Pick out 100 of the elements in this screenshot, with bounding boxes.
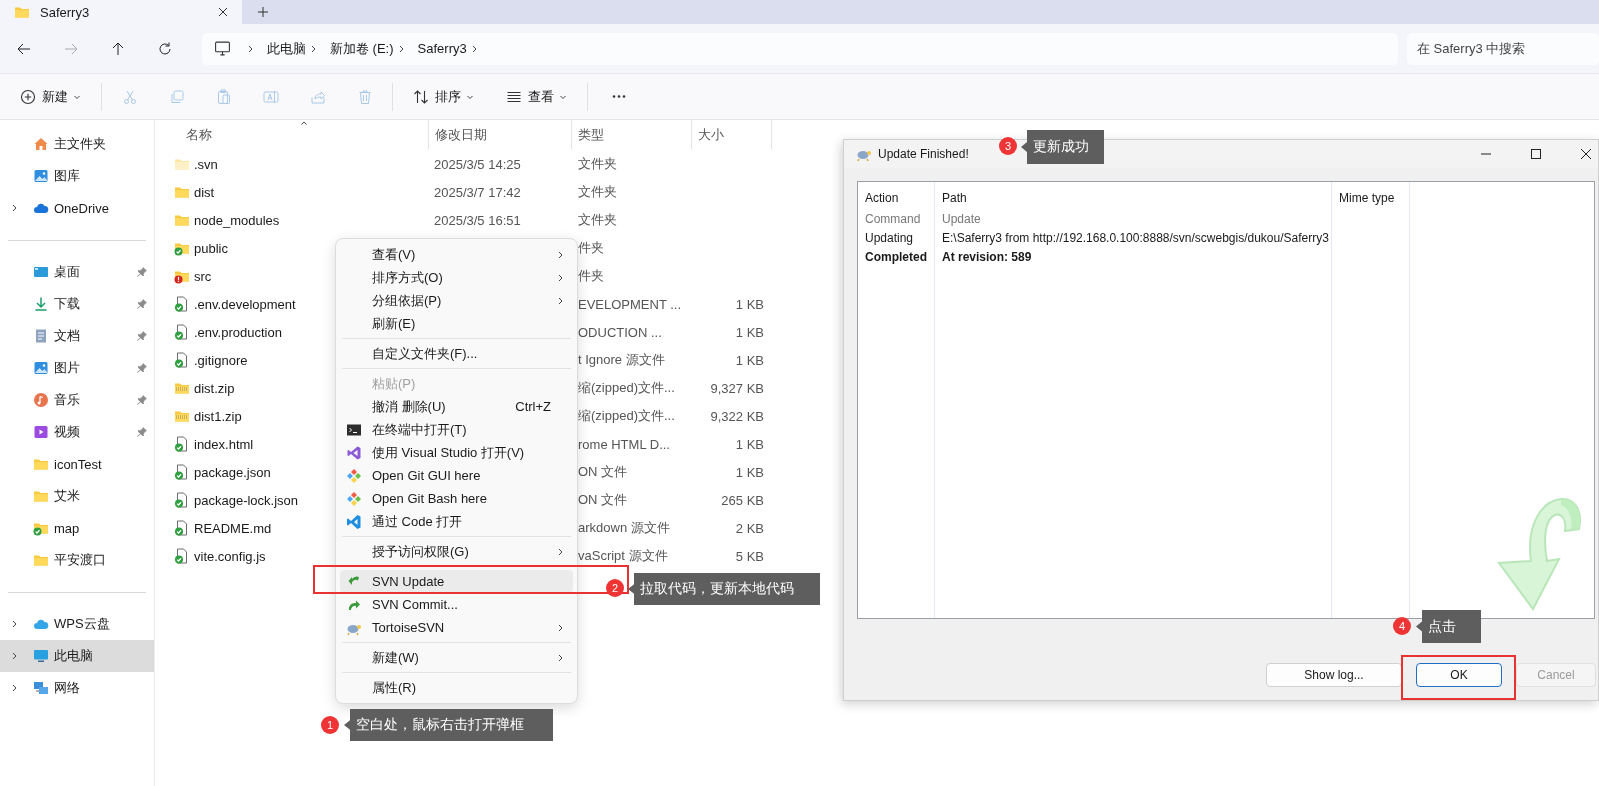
sidebar-item[interactable]: WPS云盘 [0, 608, 154, 640]
callout-label: 空白处，鼠标右击打开弹框 [344, 709, 553, 741]
menu-item[interactable]: 属性(R) [340, 676, 573, 699]
sidebar-item[interactable]: 图库 [0, 160, 154, 192]
file-name: public [194, 240, 228, 256]
size-cell: 5 KB [735, 548, 764, 564]
download-icon [33, 296, 49, 312]
file-name-cell[interactable]: dist [155, 178, 428, 206]
chevron-logo-icon [346, 513, 362, 530]
breadcrumb-item[interactable]: Saferry3 [417, 41, 467, 56]
diamond-logo-icon [346, 467, 362, 484]
sidebar-item[interactable]: 下载 [0, 288, 154, 320]
toolbar-button[interactable]: 新建 [12, 81, 90, 112]
close-icon[interactable] [218, 7, 228, 17]
scissors-icon [122, 88, 138, 105]
file-name-cell[interactable]: .svn [155, 150, 428, 178]
pin-icon[interactable] [136, 394, 148, 406]
up-icon[interactable] [110, 40, 126, 57]
maximize-icon[interactable] [1530, 148, 1542, 160]
menu-item[interactable]: Open Git Bash here [340, 487, 573, 510]
pin-icon[interactable] [136, 330, 148, 342]
sidebar-item[interactable]: 艾米 [0, 480, 154, 512]
address-bar[interactable]: 此电脑 新加卷 (E:) Saferry3 [202, 32, 1398, 65]
breadcrumb-item[interactable]: 新加卷 (E:) [330, 39, 394, 58]
plus-icon[interactable] [257, 6, 269, 18]
column-header[interactable]: Action [858, 187, 934, 209]
type-cell: 文件夹 [578, 155, 617, 173]
menu-item[interactable]: 新建(W) [340, 646, 573, 669]
file-check-icon [174, 464, 190, 480]
dialog-title: Update Finished! [878, 147, 969, 161]
sidebar-item[interactable]: 文档 [0, 320, 154, 352]
menu-item[interactable]: SVN Commit... [340, 593, 573, 616]
menu-item[interactable]: 排序方式(O) [340, 266, 573, 289]
file-name: dist.zip [194, 380, 235, 396]
picture-icon [33, 360, 49, 376]
column-header[interactable]: 类型 [571, 120, 691, 150]
menu-item[interactable]: 刷新(E) [340, 312, 573, 335]
sidebar-item[interactable]: 主文件夹 [0, 128, 154, 160]
breadcrumb-item[interactable]: 此电脑 [267, 39, 306, 58]
type-cell: rome HTML D... [578, 436, 670, 452]
path-cell-text: At revision: 589 [941, 248, 1033, 266]
file-name-cell[interactable]: node_modules [155, 206, 428, 234]
close-icon[interactable] [1580, 148, 1592, 160]
file-name: package-lock.json [194, 492, 299, 508]
menu-item[interactable]: 通过 Code 打开 [340, 510, 573, 533]
menu-item[interactable]: 授予访问权限(G) [340, 540, 573, 563]
column-header[interactable]: 修改日期 [428, 120, 571, 150]
search-field[interactable]: 在 Saferry3 中搜索 [1407, 32, 1599, 65]
sidebar-item[interactable]: map [0, 512, 154, 544]
type-cell: ON 文件 [578, 491, 628, 509]
pin-icon[interactable] [136, 298, 148, 310]
menu-item[interactable]: 使用 Visual Studio 打开(V) [340, 441, 573, 464]
menu-item[interactable]: SVN Update [340, 570, 573, 593]
plus-circle-icon [20, 88, 36, 105]
size-cell: 1 KB [735, 296, 764, 312]
ribbon-logo-icon [346, 444, 362, 461]
sidebar-item[interactable]: 网络 [0, 672, 154, 704]
sidebar-item[interactable]: 桌面 [0, 256, 154, 288]
size-cell: 9,327 KB [710, 380, 764, 396]
toolbar-button[interactable]: 查看 [498, 81, 576, 112]
type-cell: ODUCTION ... [578, 324, 662, 340]
dialog-button[interactable]: OK [1416, 663, 1502, 687]
type-cell: 缩(zipped)文件... [578, 407, 675, 425]
toolbar-button[interactable]: 排序 [405, 81, 483, 112]
pin-icon[interactable] [136, 362, 148, 374]
type-cell: t Ignore 源文件 [578, 351, 665, 369]
path-cell-text: Update [941, 210, 982, 228]
sidebar-item[interactable]: 此电脑 [0, 640, 154, 672]
sidebar-item[interactable]: 视频 [0, 416, 154, 448]
window-tab[interactable]: Saferry3 [0, 0, 242, 24]
dialog-button[interactable]: Show log... [1266, 663, 1402, 687]
sidebar-item[interactable]: iconTest [0, 448, 154, 480]
file-check-icon [174, 324, 190, 340]
refresh-icon[interactable] [157, 40, 173, 57]
menu-item[interactable]: 撤消 删除(U) Ctrl+Z [340, 395, 573, 418]
callout-label: 点击 [1416, 610, 1481, 643]
type-cell: ON 文件 [578, 463, 628, 481]
sidebar-item[interactable]: 平安渡口 [0, 544, 154, 576]
menu-item[interactable]: Open Git GUI here [340, 464, 573, 487]
pin-icon[interactable] [136, 266, 148, 278]
file-check-icon [174, 548, 190, 564]
size-cell: 265 KB [721, 492, 764, 508]
menu-item[interactable]: 分组依据(P) [340, 289, 573, 312]
menu-item[interactable]: 在终端中打开(T) [340, 418, 573, 441]
sidebar-item[interactable]: 图片 [0, 352, 154, 384]
column-header[interactable]: 大小 [691, 120, 771, 150]
menu-item[interactable]: 自定义文件夹(F)... [340, 342, 573, 365]
column-header[interactable]: 名称 [155, 120, 428, 150]
column-header[interactable]: Mime type [1332, 187, 1409, 209]
file-name: package.json [194, 464, 271, 480]
menu-item[interactable]: 查看(V) [340, 243, 573, 266]
type-cell: EVELOPMENT ... [578, 296, 682, 312]
date-cell: 2025/3/5 14:25 [434, 156, 521, 172]
menu-item[interactable]: TortoiseSVN [340, 616, 573, 639]
file-check-icon [174, 492, 190, 508]
sidebar-item[interactable]: 音乐 [0, 384, 154, 416]
sidebar-item[interactable]: OneDrive [0, 192, 154, 224]
pin-icon[interactable] [136, 426, 148, 438]
sort-icon [413, 88, 429, 105]
column-header[interactable]: Path [935, 187, 1331, 209]
